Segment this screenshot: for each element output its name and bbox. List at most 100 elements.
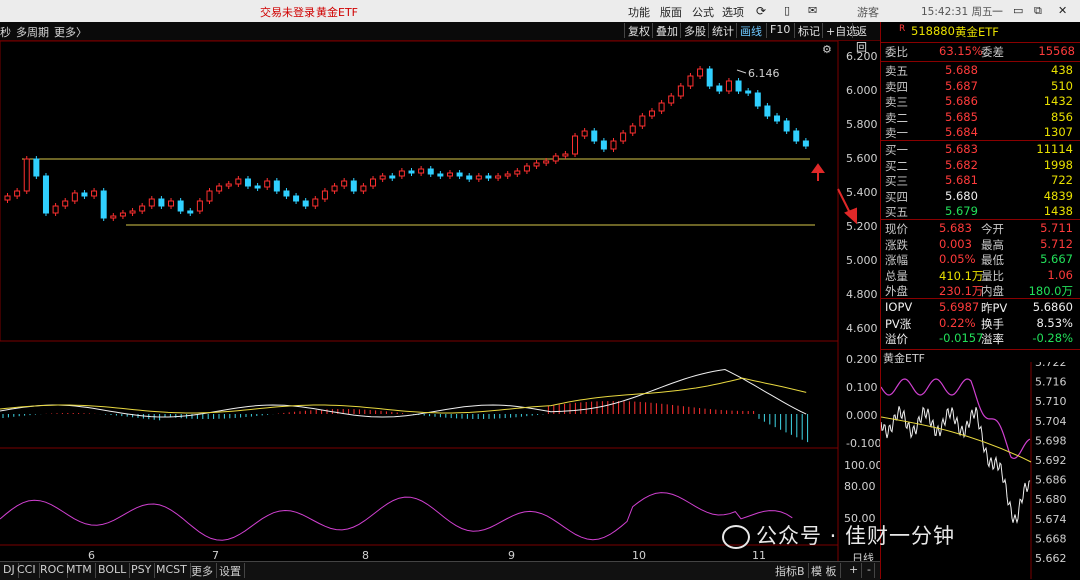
macd-tick: 0.200 <box>846 353 878 366</box>
stat-row[interactable]: 现价 5.683 今开 5.711 <box>883 221 1077 237</box>
bid-volume: 4839 <box>1043 188 1073 203</box>
draw-line-button[interactable]: 画线 <box>736 23 765 38</box>
date-tick: 8 <box>362 549 369 561</box>
candle-body <box>33 158 40 177</box>
zoom-in-button[interactable]: + <box>846 563 863 578</box>
candle-body <box>783 120 790 132</box>
quote-panel: R 518880 黄金ETF 委比 63.15% 委差 15568 黄金ETF … <box>880 22 1080 579</box>
mark-button[interactable]: 标记 <box>794 23 823 38</box>
menu-layout[interactable]: 版面 <box>660 4 682 20</box>
stat-row[interactable]: 外盘 230.1万 内盘 180.0万 <box>883 283 1077 299</box>
bid-row[interactable]: 买三 5.681 722 <box>883 173 1077 189</box>
intraday-tick: 5.722 <box>1035 362 1067 369</box>
stat-row[interactable]: 涨跌 0.003 最高 5.712 <box>883 237 1077 253</box>
bid-label: 买三 <box>885 174 908 188</box>
ask-row[interactable]: 卖四 5.687 510 <box>883 79 1077 95</box>
iopv-row[interactable]: 溢价 -0.0157 溢率 -0.28% <box>883 331 1077 347</box>
stock-code: 518880 <box>911 24 955 38</box>
ask-label: 卖一 <box>885 126 908 140</box>
bid-row[interactable]: 买四 5.680 4839 <box>883 189 1077 205</box>
minimize-icon[interactable]: — <box>992 4 1003 17</box>
multi-stock-button[interactable]: 多股 <box>680 23 709 38</box>
bid-row[interactable]: 买五 5.679 1438 <box>883 204 1077 220</box>
ask-row[interactable]: 卖一 5.684 1307 <box>883 125 1077 141</box>
stat-label: 内盘 <box>981 284 1004 298</box>
date-tick: 6 <box>88 549 95 561</box>
candle-body <box>139 205 146 212</box>
bid-label: 买五 <box>885 205 908 219</box>
iopv-value: 8.53% <box>1036 315 1073 330</box>
candle-body <box>533 162 540 167</box>
bid-row[interactable]: 买二 5.682 1998 <box>883 158 1077 174</box>
phone-icon[interactable]: ▯ <box>784 4 790 17</box>
more-button[interactable]: 更多〉 <box>54 24 87 40</box>
ask-volume: 510 <box>1051 78 1073 93</box>
stat-value: 5.683 <box>939 221 972 235</box>
tab-more[interactable]: 更多 <box>188 563 217 578</box>
price-tick: 6.200 <box>846 50 878 63</box>
price-tick: 5.600 <box>846 152 878 165</box>
candle-body <box>4 195 11 201</box>
menu-formula[interactable]: 公式 <box>692 4 714 20</box>
candle-body <box>293 195 300 202</box>
close-icon[interactable]: ✕ <box>1058 4 1067 17</box>
login-status[interactable]: 交易未登录 <box>260 4 315 20</box>
iopv-label: 溢率 <box>981 332 1004 346</box>
candle-body <box>100 190 107 219</box>
kline-chart[interactable]: ⚙ 6.200 6.000 5.800 5.600 5.400 5.200 5.000 4.8… <box>0 41 880 561</box>
candle-body <box>446 172 453 177</box>
iopv-row[interactable]: PV涨 0.22% 换手 8.53% <box>883 316 1077 332</box>
ask-label: 卖三 <box>885 95 908 109</box>
zoom-out-button[interactable]: - <box>864 563 875 578</box>
tab-psy[interactable]: PSY <box>128 563 156 578</box>
menu-function[interactable]: 功能 <box>628 4 650 20</box>
maximize-icon[interactable]: ⧉ <box>1034 4 1042 18</box>
day-line-label[interactable]: 日线 <box>852 551 874 561</box>
stats-button[interactable]: 统计 <box>708 23 737 38</box>
menu-options[interactable]: 选项 <box>722 4 744 20</box>
tab-settings[interactable]: 设置 <box>216 563 245 578</box>
guest-label[interactable]: 游客 <box>857 4 879 20</box>
ask-row[interactable]: 卖二 5.685 856 <box>883 110 1077 126</box>
restore-icon[interactable]: ▭ <box>1013 4 1023 17</box>
stat-row[interactable]: 总量 410.1万 量比 1.06 <box>883 268 1077 284</box>
candle-body <box>158 198 165 207</box>
ask-row[interactable]: 卖五 5.688 438 <box>883 63 1077 79</box>
iopv-row[interactable]: IOPV 5.6987 昨PV 5.6860 <box>883 300 1077 316</box>
flag-badge: R <box>899 24 906 34</box>
candle-body <box>668 95 675 104</box>
period-seconds[interactable]: 秒 <box>0 24 11 40</box>
mail-icon[interactable]: ✉ <box>808 4 817 17</box>
tab-cci[interactable]: CCI <box>14 563 40 578</box>
adjust-button[interactable]: 复权 <box>624 23 653 38</box>
intraday-tick: 5.710 <box>1035 395 1067 408</box>
tab-mtm[interactable]: MTM <box>63 563 96 578</box>
settings-gear-icon[interactable]: ⚙ <box>822 43 832 56</box>
tab-mcst[interactable]: MCST <box>153 563 191 578</box>
candle-body <box>466 175 473 180</box>
template-button[interactable]: 模 板 <box>808 563 841 578</box>
candle-body <box>119 212 126 217</box>
intraday-tick: 5.674 <box>1035 513 1067 526</box>
indicator-b-button[interactable]: 指标B <box>772 563 809 578</box>
ask-row[interactable]: 卖三 5.686 1432 <box>883 94 1077 110</box>
stat-label: 最低 <box>981 253 1004 267</box>
ask-price: 5.687 <box>945 78 978 93</box>
back-button[interactable]: 返回 <box>852 23 880 54</box>
candle-body <box>562 153 569 157</box>
multi-period-button[interactable]: 多周期 <box>16 24 49 40</box>
candle-body <box>398 170 405 177</box>
tab-boll[interactable]: BOLL <box>95 563 131 578</box>
overlay-button[interactable]: 叠加 <box>652 23 681 38</box>
iopv-value: 5.6987 <box>939 300 980 314</box>
intraday-price-line <box>881 406 1031 525</box>
bid-row[interactable]: 买一 5.683 11114 <box>883 142 1077 158</box>
f10-button[interactable]: F10 <box>766 23 793 38</box>
bid-label: 买一 <box>885 143 908 157</box>
stat-row[interactable]: 涨幅 0.05% 最低 5.667 <box>883 252 1077 268</box>
refresh-icon[interactable]: ⟳ <box>756 4 766 18</box>
date-tick: 10 <box>632 549 646 561</box>
bid-volume: 11114 <box>1036 142 1073 156</box>
candle-body <box>341 180 348 187</box>
candle-body <box>360 185 367 192</box>
